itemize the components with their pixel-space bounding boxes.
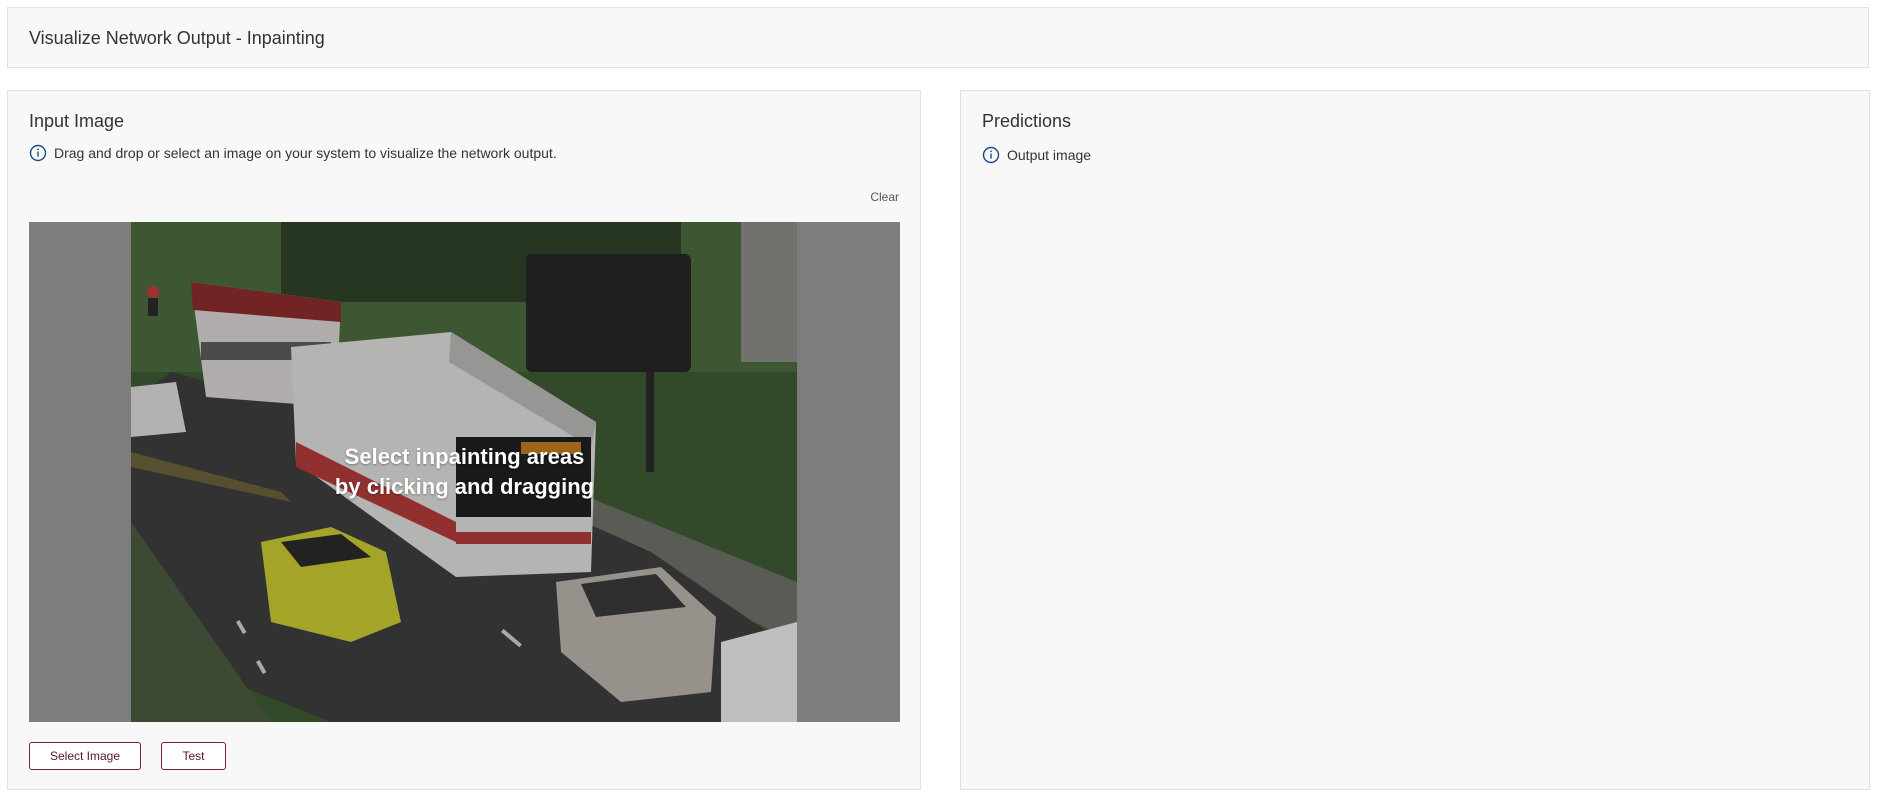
page-title: Visualize Network Output - Inpainting [29,28,325,48]
select-image-button[interactable]: Select Image [29,742,141,770]
input-info-row: Drag and drop or select an image on your… [29,144,557,162]
page-header: Visualize Network Output - Inpainting [7,7,1869,68]
image-drop-area[interactable]: Select inpainting areas by clicking and … [29,222,900,722]
predictions-panel: Predictions Output image [960,90,1870,790]
predictions-info-text: Output image [1007,147,1092,163]
info-circle-icon [982,146,1000,164]
predictions-panel-title: Predictions [982,111,1072,131]
info-circle-icon [29,144,47,162]
input-image-panel: Input Image Drag and drop or select an i… [7,90,921,790]
input-panel-title: Input Image [29,111,125,131]
test-button[interactable]: Test [161,742,226,770]
predictions-info-row: Output image [982,146,1091,164]
input-info-text: Drag and drop or select an image on your… [54,145,557,161]
input-photo [131,222,797,722]
clear-button[interactable]: Clear [870,190,899,204]
